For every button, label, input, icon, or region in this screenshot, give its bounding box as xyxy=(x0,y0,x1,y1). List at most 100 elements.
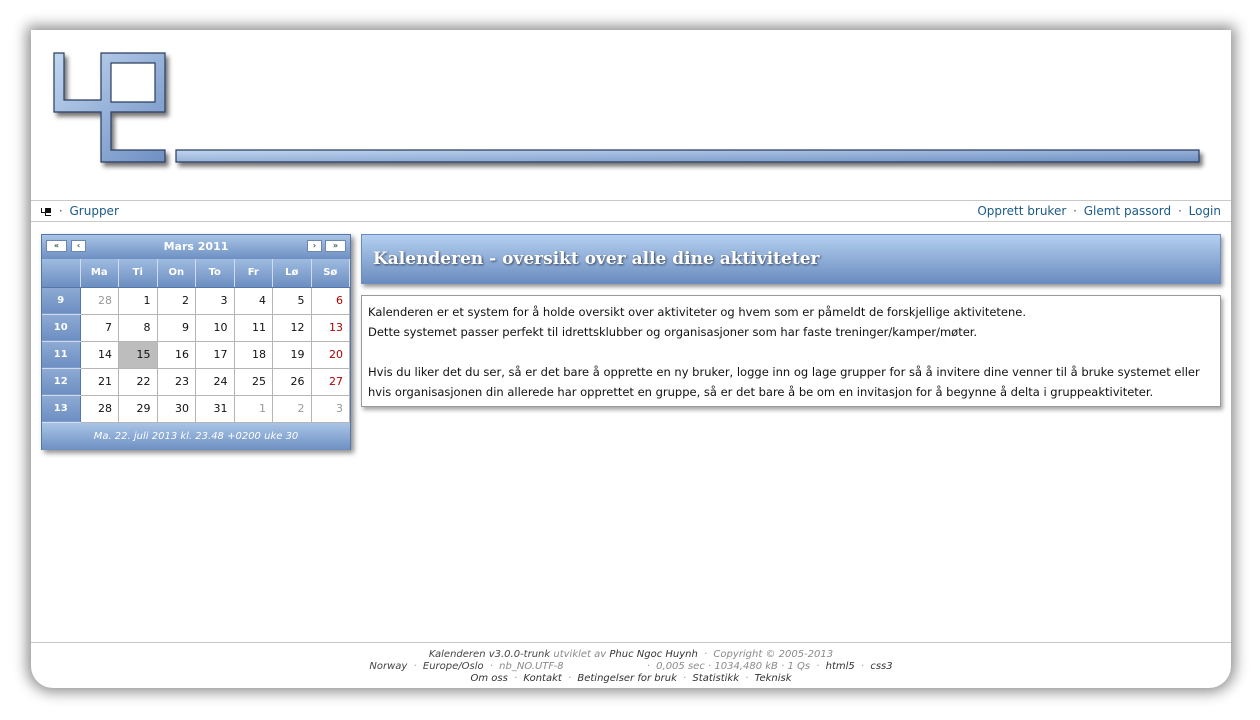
page-frame: · Grupper Opprett bruker · Glemt passord… xyxy=(31,30,1231,688)
calendar-day[interactable]: 23 xyxy=(157,368,196,396)
week-number[interactable]: 10 xyxy=(42,314,81,342)
calendar-day[interactable]: 31 xyxy=(195,395,235,423)
weekday-header: Sø xyxy=(311,259,350,288)
calendar-week-row: 11 14 15 16 17 18 19 20 xyxy=(42,341,350,369)
calendar-day[interactable]: 29 xyxy=(118,395,158,423)
footer-separator: · xyxy=(683,673,687,684)
calendar-day[interactable]: 20 xyxy=(311,341,350,369)
week-number[interactable]: 11 xyxy=(42,341,81,369)
calendar-day[interactable]: 1 xyxy=(234,395,273,423)
calendar-day[interactable]: 26 xyxy=(272,368,312,396)
week-number[interactable]: 9 xyxy=(42,287,81,315)
next-month-button[interactable]: › xyxy=(307,240,322,252)
footer-separator: · xyxy=(489,661,493,672)
footer-locale: nb_NO.UTF-8 xyxy=(499,661,564,672)
calendar-week-row: 9 28 1 2 3 4 5 6 xyxy=(42,287,350,315)
calendar-week-row: 12 21 22 23 24 25 26 27 xyxy=(42,368,350,396)
page-heading-box: Kalenderen - oversikt over alle dine akt… xyxy=(361,234,1221,284)
week-number[interactable]: 12 xyxy=(42,368,81,396)
calendar-week-row: 10 7 8 9 10 11 12 13 xyxy=(42,314,350,342)
calendar-day[interactable]: 12 xyxy=(272,314,312,342)
calendar-day[interactable]: 3 xyxy=(311,395,350,423)
calendar-day[interactable]: 30 xyxy=(157,395,196,423)
mini-calendar: « ‹ Mars 2011 › » Ma Ti On To Fr Lø Sø 9… xyxy=(41,234,351,450)
create-user-link[interactable]: Opprett bruker xyxy=(977,204,1066,218)
calendar-grid: Ma Ti On To Fr Lø Sø 9 28 1 2 3 4 5 6 10… xyxy=(42,259,350,423)
calendar-day[interactable]: 8 xyxy=(118,314,158,342)
footer-timezone: Europe/Oslo xyxy=(422,661,484,672)
footer-developed-by: utviklet av xyxy=(553,649,607,660)
calendar-day[interactable]: 2 xyxy=(157,287,196,315)
footer-link-technical[interactable]: Teknisk xyxy=(755,673,792,684)
calendar-day[interactable]: 6 xyxy=(311,287,350,315)
calendar-header: « ‹ Mars 2011 › » xyxy=(42,235,350,259)
calendar-day[interactable]: 16 xyxy=(157,341,196,369)
calendar-day[interactable]: 22 xyxy=(118,368,158,396)
intro-paragraph-2: Dette systemet passer perfekt til idrett… xyxy=(368,325,978,339)
footer-app-name: Kalenderen v3.0.0-trunk xyxy=(428,649,551,660)
home-logo-icon[interactable] xyxy=(40,207,52,217)
footer-author-link[interactable]: Phuc Ngoc Huynh xyxy=(609,649,697,660)
calendar-footer-datetime: Ma. 22. juli 2013 kl. 23.48 +0200 uke 30 xyxy=(42,422,350,450)
footer-separator: · xyxy=(413,661,417,672)
intro-paragraph-3: Hvis du liker det du ser, så er det bare… xyxy=(368,365,1200,399)
calendar-day[interactable]: 24 xyxy=(195,368,235,396)
calendar-day[interactable]: 1 xyxy=(118,287,158,315)
footer-copyright: Copyright © 2005-2013 xyxy=(713,649,834,660)
footer-link-terms[interactable]: Betingelser for bruk xyxy=(577,673,677,684)
calendar-day[interactable]: 17 xyxy=(195,341,235,369)
calendar-day[interactable]: 3 xyxy=(195,287,235,315)
calendar-day[interactable]: 18 xyxy=(234,341,273,369)
footer-separator: · xyxy=(646,661,650,672)
intro-box: Kalenderen er et system for å holde over… xyxy=(361,295,1221,407)
footer-link-about[interactable]: Om oss xyxy=(470,673,507,684)
weekday-header: To xyxy=(195,259,235,288)
page-title: Kalenderen - oversikt over alle dine akt… xyxy=(373,249,820,269)
calendar-day[interactable]: 19 xyxy=(272,341,312,369)
calendar-day[interactable]: 14 xyxy=(80,341,119,369)
weekday-header: Lø xyxy=(272,259,312,288)
footer-separator: · xyxy=(567,673,572,684)
calendar-day[interactable]: 9 xyxy=(157,314,196,342)
calendar-day[interactable]: 27 xyxy=(311,368,350,396)
page-footer: Kalenderen v3.0.0-trunk utviklet av Phuc… xyxy=(31,642,1231,685)
top-navigation: · Grupper Opprett bruker · Glemt passord… xyxy=(31,200,1231,222)
calendar-day[interactable]: 25 xyxy=(234,368,273,396)
intro-paragraph-1: Kalenderen er et system for å holde over… xyxy=(368,305,1027,319)
forgot-password-link[interactable]: Glemt passord xyxy=(1084,204,1171,218)
login-link[interactable]: Login xyxy=(1189,204,1221,218)
footer-line-2: Norway · Europe/Oslo · nb_NO.UTF-8 · 0,0… xyxy=(31,661,1231,673)
footer-html5-link[interactable]: html5 xyxy=(826,661,855,672)
weekday-header: Ma xyxy=(80,259,119,288)
calendar-day[interactable]: 28 xyxy=(80,395,119,423)
next-year-button[interactable]: » xyxy=(325,240,346,252)
footer-link-statistics[interactable]: Statistikk xyxy=(692,673,739,684)
footer-css3-link[interactable]: css3 xyxy=(870,661,892,672)
nav-separator: · xyxy=(1073,204,1077,218)
nav-link-groups[interactable]: Grupper xyxy=(69,204,118,218)
calendar-month-title: Mars 2011 xyxy=(163,240,229,253)
weekday-header: On xyxy=(157,259,196,288)
footer-line-3: Om oss · Kontakt · Betingelser for bruk … xyxy=(31,673,1231,685)
calendar-day-selected[interactable]: 15 xyxy=(118,341,158,369)
week-number[interactable]: 13 xyxy=(42,395,81,423)
footer-separator: · xyxy=(514,673,518,684)
calendar-day[interactable]: 11 xyxy=(234,314,273,342)
nav-separator: · xyxy=(58,204,63,218)
calendar-day[interactable]: 2 xyxy=(272,395,312,423)
calendar-day[interactable]: 21 xyxy=(80,368,119,396)
calendar-day[interactable]: 10 xyxy=(195,314,235,342)
site-logo xyxy=(53,52,1200,163)
calendar-day[interactable]: 7 xyxy=(80,314,119,342)
calendar-day[interactable]: 13 xyxy=(311,314,350,342)
calendar-day[interactable]: 5 xyxy=(272,287,312,315)
footer-separator: · xyxy=(704,649,708,660)
footer-country: Norway xyxy=(369,661,408,672)
nav-separator: · xyxy=(1177,204,1182,218)
calendar-day[interactable]: 28 xyxy=(80,287,119,315)
calendar-day[interactable]: 4 xyxy=(234,287,273,315)
footer-separator: · xyxy=(745,673,749,684)
footer-link-contact[interactable]: Kontakt xyxy=(523,673,561,684)
footer-line-1: Kalenderen v3.0.0-trunk utviklet av Phuc… xyxy=(31,649,1231,661)
footer-stats: 0,005 sec · 1034,480 kB · 1 Qs xyxy=(656,661,811,672)
